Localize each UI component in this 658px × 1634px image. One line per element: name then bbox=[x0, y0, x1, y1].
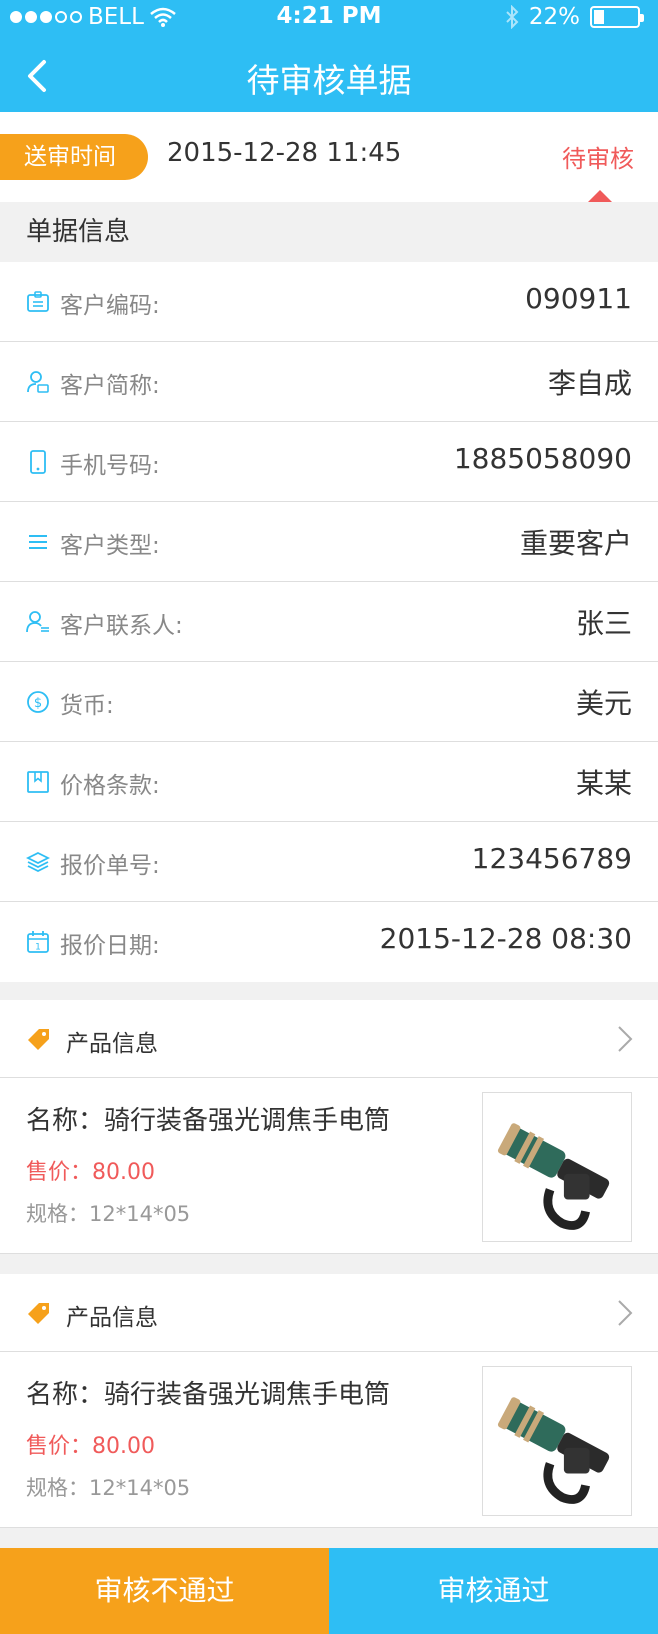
info-row-currency: $ 货币: 美元 bbox=[0, 662, 658, 742]
info-row-phone: 手机号码: 1885058090 bbox=[0, 422, 658, 502]
info-label: 客户编码: bbox=[60, 293, 160, 319]
info-value: 美元 bbox=[575, 687, 632, 720]
dollar-icon: $ bbox=[27, 691, 49, 713]
phone-icon bbox=[30, 450, 46, 474]
bluetooth-icon bbox=[506, 5, 519, 29]
info-label: 客户简称: bbox=[60, 373, 160, 399]
info-row-quote-date: 1 报价日期: 2015-12-28 08:30 bbox=[0, 902, 658, 982]
product-price: 售价：80.00 bbox=[26, 1434, 155, 1459]
info-value: 2015-12-28 08:30 bbox=[379, 922, 632, 955]
calendar-icon: 1 bbox=[27, 931, 49, 953]
approve-button[interactable]: 审核通过 bbox=[329, 1548, 658, 1634]
info-row-customer-type: 客户类型: 重要客户 bbox=[0, 502, 658, 582]
product-price: 售价：80.00 bbox=[26, 1160, 155, 1185]
user-card-icon bbox=[27, 371, 49, 393]
info-value: 123456789 bbox=[471, 842, 632, 875]
battery-percent: 22% bbox=[528, 4, 580, 30]
app-header: BELL 4:21 PM 22% 待审核单据 bbox=[0, 0, 658, 112]
contact-icon bbox=[26, 611, 49, 633]
info-value: 李自成 bbox=[547, 367, 632, 400]
status-badge: 待审核 bbox=[562, 145, 634, 173]
list-icon bbox=[29, 535, 47, 549]
product-info-header[interactable]: 产品信息 bbox=[0, 1000, 658, 1078]
battery-icon bbox=[590, 6, 644, 28]
info-label: 客户类型: bbox=[60, 533, 160, 559]
info-label: 手机号码: bbox=[60, 453, 160, 479]
bookmark-icon bbox=[27, 771, 49, 793]
info-row-customer-short-name: 客户简称: 李自成 bbox=[0, 342, 658, 422]
info-value: 某某 bbox=[575, 767, 632, 800]
document-info-list: 客户编码: 090911 客户简称: 李自成 手机号码: 1885058090 … bbox=[0, 262, 658, 982]
product-card: 产品信息 名称：骑行装备强光调焦手电筒 售价：80.00 规格：12*14*05 bbox=[0, 1000, 658, 1254]
svg-text:1: 1 bbox=[35, 943, 41, 953]
price-tag-icon bbox=[28, 1029, 49, 1050]
layers-icon bbox=[26, 851, 50, 873]
product-info-header[interactable]: 产品信息 bbox=[0, 1274, 658, 1352]
price-tag-icon bbox=[28, 1303, 49, 1324]
nav-bar: 待审核单据 bbox=[0, 40, 658, 112]
submit-time-value: 2015-12-28 11:45 bbox=[167, 138, 402, 168]
info-value: 张三 bbox=[575, 607, 632, 640]
product-name: 名称：骑行装备强光调焦手电筒 bbox=[26, 1106, 391, 1136]
svg-text:$: $ bbox=[34, 696, 42, 711]
info-value: 1885058090 bbox=[453, 442, 632, 475]
info-value: 090911 bbox=[525, 282, 632, 315]
info-row-price-terms: 价格条款: 某某 bbox=[0, 742, 658, 822]
page-title: 待审核单据 bbox=[246, 61, 412, 100]
product-body: 名称：骑行装备强光调焦手电筒 售价：80.00 规格：12*14*05 bbox=[0, 1352, 658, 1528]
info-label: 报价日期: bbox=[60, 933, 160, 959]
action-bar: 审核不通过 审核通过 bbox=[0, 1548, 658, 1634]
section-title-document-info: 单据信息 bbox=[0, 202, 658, 262]
product-name: 名称：骑行装备强光调焦手电筒 bbox=[26, 1380, 391, 1410]
submit-time-badge: 送审时间 bbox=[0, 134, 148, 180]
product-spec: 规格：12*14*05 bbox=[26, 1202, 191, 1226]
product-info-label: 产品信息 bbox=[66, 1031, 158, 1057]
info-label: 价格条款: bbox=[60, 773, 160, 799]
product-info-label: 产品信息 bbox=[66, 1305, 158, 1331]
chevron-right-icon[interactable] bbox=[616, 1024, 634, 1054]
reject-button[interactable]: 审核不通过 bbox=[0, 1548, 329, 1634]
flashlight-product-image bbox=[482, 1092, 632, 1242]
product-spec: 规格：12*14*05 bbox=[26, 1476, 191, 1500]
product-card: 产品信息 名称：骑行装备强光调焦手电筒 售价：80.00 规格：12*14*05 bbox=[0, 1274, 658, 1528]
info-label: 客户联系人: bbox=[60, 613, 183, 639]
status-bar: BELL 4:21 PM 22% bbox=[0, 0, 658, 36]
status-pointer bbox=[588, 190, 612, 202]
info-row-customer-code: 客户编码: 090911 bbox=[0, 262, 658, 342]
chevron-right-icon[interactable] bbox=[616, 1298, 634, 1328]
submit-info-row: 送审时间 2015-12-28 11:45 待审核 bbox=[0, 112, 658, 202]
id-card-icon bbox=[27, 291, 49, 312]
info-row-quote-number: 报价单号: 123456789 bbox=[0, 822, 658, 902]
info-label: 报价单号: bbox=[60, 853, 160, 879]
info-value: 重要客户 bbox=[519, 527, 632, 560]
info-label: 货币: bbox=[60, 693, 114, 719]
info-row-contact-person: 客户联系人: 张三 bbox=[0, 582, 658, 662]
flashlight-product-image bbox=[482, 1366, 632, 1516]
product-body: 名称：骑行装备强光调焦手电筒 售价：80.00 规格：12*14*05 bbox=[0, 1078, 658, 1254]
